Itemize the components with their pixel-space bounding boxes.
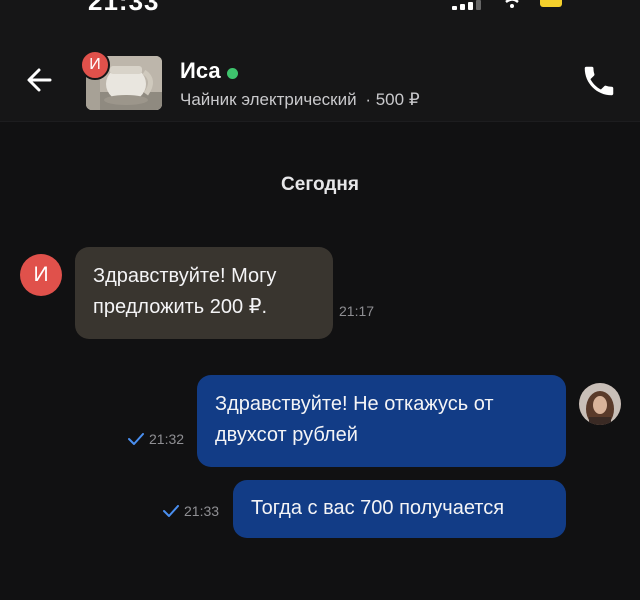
status-bar: 21:33 [0,0,640,24]
message-text-line: Здравствуйте! Могу [93,265,277,287]
product-title: Чайник электрический [180,90,357,109]
online-status-indicator [227,68,238,79]
checkmark-icon [163,505,179,517]
message-bubble-outgoing[interactable]: Тогда с вас 700 получается [233,480,566,538]
contact-name[interactable]: Иса [180,58,221,84]
message-bubble-outgoing[interactable]: Здравствуйте! Не откажусь от двухсот руб… [197,375,566,467]
message-time: 21:32 [149,431,185,447]
checkmark-icon [128,433,144,445]
product-price: · 500 ₽ [365,90,420,109]
arrow-left-icon [27,68,52,92]
day-separator: Сегодня [281,174,359,195]
sender-avatar[interactable]: И [20,254,62,296]
battery-icon [540,0,562,7]
signal-icon [452,0,486,10]
listing-info[interactable]: Чайник электрический · 500 ₽ [180,90,420,110]
back-button[interactable] [20,60,60,100]
status-time: 21:33 [88,0,160,16]
message-text-line: предложить 200 ₽. [93,296,267,318]
message-time: 21:17 [339,303,375,319]
contact-avatar: И [80,50,110,80]
message-bubble-incoming[interactable]: Здравствуйте! Могу предложить 200 ₽. [75,247,333,339]
phone-icon [584,66,614,96]
wifi-icon [505,0,519,8]
user-photo [579,383,621,425]
message-time: 21:33 [184,503,220,519]
message-text-line: двухсот рублей [215,424,358,446]
chat-header: И Иса Чайник электрический · 500 ₽ [0,24,640,122]
call-button[interactable] [580,62,618,100]
message-text-line: Тогда с вас 700 получается [251,497,505,519]
my-avatar[interactable] [579,383,621,425]
message-text-line: Здравствуйте! Не откажусь от [215,393,494,415]
